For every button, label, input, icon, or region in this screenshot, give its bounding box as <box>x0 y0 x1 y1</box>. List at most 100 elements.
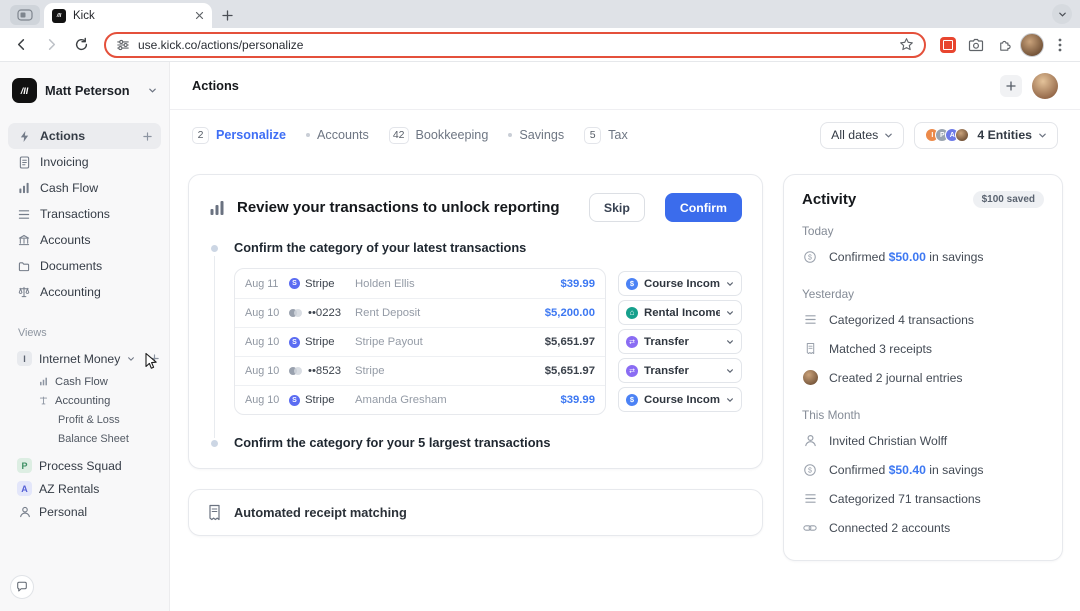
sidebar-item-transactions[interactable]: Transactions <box>8 201 161 227</box>
url-text[interactable]: use.kick.co/actions/personalize <box>138 38 891 52</box>
browser-tab[interactable]: /II Kick <box>44 3 212 28</box>
review-transactions-card: Review your transactions to unlock repor… <box>188 174 763 469</box>
transaction-row[interactable]: Aug 10 ••8523 Stripe $5,651.97 <box>235 356 605 385</box>
tab-bookkeeping[interactable]: 42 Bookkeeping <box>389 127 489 144</box>
workspace-internet-money[interactable]: I Internet Money <box>0 347 169 370</box>
workspace-badge: A <box>17 481 32 496</box>
transaction-row[interactable]: Aug 10 ••0223 Rent Deposit $5,200.00 <box>235 298 605 327</box>
category-dropdown[interactable]: Rental Income <box>618 300 742 325</box>
tab-tax[interactable]: 5 Tax <box>584 127 628 144</box>
sidebar-item-actions[interactable]: Actions <box>8 123 161 149</box>
header-add-button[interactable] <box>1000 75 1022 97</box>
confirm-button[interactable]: Confirm <box>665 193 742 222</box>
category-dropdown[interactable]: Course Income <box>618 387 742 412</box>
transaction-date: Aug 10 <box>245 394 289 406</box>
bar-chart-icon <box>17 182 31 194</box>
plus-icon[interactable] <box>143 132 152 141</box>
browser-menu-kebab-icon[interactable] <box>1048 33 1072 57</box>
tab-close-icon[interactable] <box>195 11 204 20</box>
activity-title: Activity <box>802 191 973 208</box>
tab-label: Personalize <box>216 128 286 142</box>
sidebar-item-accounts[interactable]: Accounts <box>8 227 161 253</box>
transaction-row[interactable]: Aug 11 Stripe Holden Ellis $39.99 <box>235 269 605 298</box>
tab-strip-menu-button[interactable] <box>1052 4 1072 24</box>
savings-badge: $100 saved <box>973 191 1044 208</box>
workspace-name: Internet Money <box>39 352 120 366</box>
activity-item: Matched 3 receipts <box>802 334 1044 363</box>
svg-text:$: $ <box>808 254 812 261</box>
user-avatar[interactable] <box>1032 73 1058 99</box>
page-header: Actions <box>170 62 1080 110</box>
sidebar-item-documents[interactable]: Documents <box>8 253 161 279</box>
transaction-description: Holden Ellis <box>355 278 552 290</box>
activity-text: Categorized 71 transactions <box>829 492 981 506</box>
folder-icon <box>17 261 31 272</box>
step-title: Confirm the category of your latest tran… <box>234 240 526 255</box>
date-filter-dropdown[interactable]: All dates <box>820 122 904 149</box>
workspace-process-squad[interactable]: P Process Squad <box>0 454 169 477</box>
transaction-amount: $39.99 <box>560 278 595 290</box>
screenshot-camera-icon[interactable] <box>964 33 988 57</box>
skip-button[interactable]: Skip <box>589 193 645 222</box>
transaction-row[interactable]: Aug 10 Stripe Stripe Payout $5,651.97 <box>235 327 605 356</box>
chat-support-button[interactable] <box>10 575 34 599</box>
activity-item: Created 2 journal entries <box>802 363 1044 392</box>
bookmark-star-icon[interactable] <box>899 37 914 52</box>
site-settings-icon[interactable] <box>116 38 130 52</box>
activity-item: Connected 2 accounts <box>802 513 1044 542</box>
view-label: Profit & Loss <box>58 414 120 426</box>
tab-search-button[interactable] <box>10 5 40 25</box>
workspace-personal[interactable]: Personal <box>0 500 169 523</box>
view-balance-sheet[interactable]: Balance Sheet <box>0 429 169 448</box>
transaction-date: Aug 11 <box>245 278 289 290</box>
transaction-source: Stripe <box>305 394 335 406</box>
entities-filter-dropdown[interactable]: I P A 4 Entities <box>914 122 1058 149</box>
view-label: Balance Sheet <box>58 433 129 445</box>
account-switcher[interactable]: /II Matt Peterson <box>0 78 169 103</box>
activity-group-label: Today <box>802 224 1044 238</box>
workspace-az-rentals[interactable]: A AZ Rentals <box>0 477 169 500</box>
receipt-matching-card[interactable]: Automated receipt matching <box>188 489 763 536</box>
sidebar-item-accounting[interactable]: Accounting <box>8 279 161 305</box>
browser-profile-avatar[interactable] <box>1020 33 1044 57</box>
bank-icon <box>17 234 31 246</box>
category-dropdown[interactable]: Transfer <box>618 358 742 383</box>
add-view-plus-icon[interactable] <box>150 354 159 363</box>
tab-personalize[interactable]: 2 Personalize <box>192 127 286 144</box>
transaction-amount: $5,200.00 <box>545 307 595 319</box>
chat-bubble-icon <box>16 581 28 593</box>
step-dot <box>211 245 218 252</box>
extension-record-icon[interactable] <box>936 33 960 57</box>
transaction-date: Aug 10 <box>245 365 289 377</box>
new-tab-button[interactable] <box>216 4 238 26</box>
address-bar[interactable]: use.kick.co/actions/personalize <box>104 32 926 58</box>
entity-avatars: I P A <box>925 128 969 142</box>
activity-item: Categorized 4 transactions <box>802 305 1044 334</box>
view-label: Accounting <box>55 395 110 407</box>
extensions-puzzle-icon[interactable] <box>992 33 1016 57</box>
category-label: Transfer <box>644 365 720 377</box>
view-profit-loss[interactable]: Profit & Loss <box>0 410 169 429</box>
tab-savings[interactable]: Savings <box>508 128 564 142</box>
back-button[interactable] <box>8 32 34 58</box>
tab-accounts[interactable]: Accounts <box>306 128 369 142</box>
view-cash-flow[interactable]: Cash Flow <box>0 372 169 391</box>
sidebar-item-label: Actions <box>40 129 85 143</box>
category-label: Course Income <box>644 394 720 406</box>
category-dropdown[interactable]: Course Income <box>618 271 742 296</box>
view-accounting[interactable]: Accounting <box>0 391 169 410</box>
entities-filter-label: 4 Entities <box>977 128 1032 142</box>
activity-text: Invited Christian Wolff <box>829 434 947 448</box>
chevron-down-icon <box>726 367 734 375</box>
forward-button[interactable] <box>38 32 64 58</box>
sidebar-nav: Actions Invoicing Cash Flow Transactions… <box>0 123 169 305</box>
sidebar-item-invoicing[interactable]: Invoicing <box>8 149 161 175</box>
tab-label: Savings <box>519 128 564 142</box>
sidebar-item-cash-flow[interactable]: Cash Flow <box>8 175 161 201</box>
category-dropdown[interactable]: Transfer <box>618 329 742 354</box>
internet-money-children: Cash Flow Accounting Profit & Loss Balan… <box>0 372 169 448</box>
reload-button[interactable] <box>68 32 94 58</box>
chevron-down-icon <box>884 131 893 140</box>
transaction-row[interactable]: Aug 10 Stripe Amanda Gresham $39.99 <box>235 385 605 414</box>
activity-item: $ Confirmed $50.40 in savings <box>802 455 1044 484</box>
